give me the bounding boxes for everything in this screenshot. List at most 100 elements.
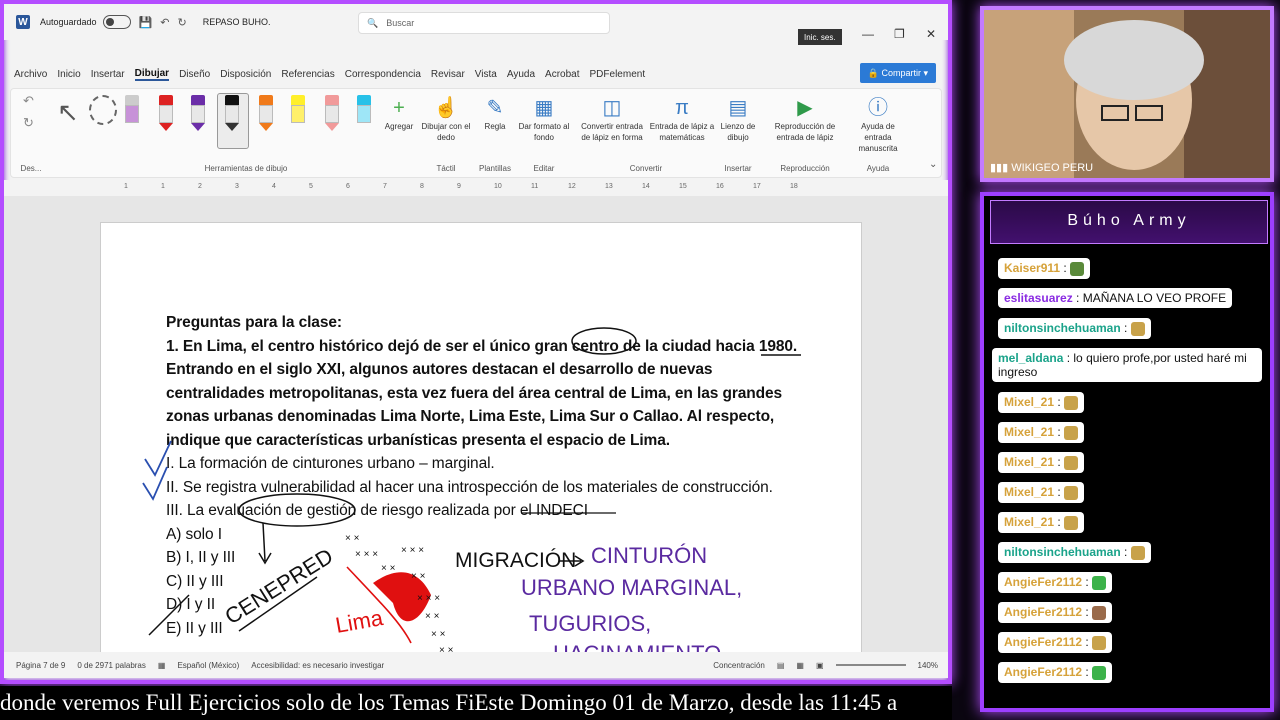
zoom-slider[interactable] xyxy=(835,664,906,666)
ribbon-tab-10[interactable]: Ayuda xyxy=(507,69,535,80)
chat-username[interactable]: AngieFer2112 xyxy=(1004,605,1082,619)
chat-username[interactable]: Kaiser911 xyxy=(1004,261,1060,275)
chat-username[interactable]: niltonsinchehuaman xyxy=(1004,545,1121,559)
group-label-edit: Editar xyxy=(533,164,555,173)
chat-username[interactable]: Mixel_21 xyxy=(1004,515,1054,529)
horizontal-ruler[interactable]: 1 1 2 3 4 5 6 7 8 9 10 11 12 13 14 15 16 17 18 xyxy=(4,180,948,196)
select-pointer-icon[interactable]: ↖ xyxy=(57,97,79,128)
touch-draw-label: Dibujar con el dedo xyxy=(421,122,471,142)
red-pen[interactable] xyxy=(159,95,173,131)
ribbon-tab-3[interactable]: Dibujar xyxy=(134,68,170,81)
ribbon-tab-11[interactable]: Acrobat xyxy=(545,69,579,80)
draw-with-touch-button[interactable]: ☝ Dibujar con el dedo xyxy=(421,95,471,143)
chat-username[interactable]: Mixel_21 xyxy=(1004,425,1054,439)
ruler-icon: ✎ xyxy=(486,97,504,119)
focus-mode-button[interactable]: Concentración xyxy=(713,661,765,670)
close-icon[interactable]: ✕ xyxy=(926,27,936,41)
chat-message[interactable]: AngieFer2112 : xyxy=(998,602,1113,623)
ribbon-tab-12[interactable]: PDFelement xyxy=(590,69,646,80)
chat-message[interactable]: Mixel_21 : xyxy=(998,452,1085,473)
accessibility-status[interactable]: Accesibilidad: es necesario investigar xyxy=(251,661,384,670)
ribbon-tab-7[interactable]: Correspondencia xyxy=(345,69,421,80)
proofing-icon[interactable]: ▦ xyxy=(158,661,166,670)
group-label-templates: Plantillas xyxy=(478,164,511,173)
language-indicator[interactable]: Español (México) xyxy=(177,661,239,670)
chat-username[interactable]: mel_aldana xyxy=(998,351,1063,365)
read-mode-icon[interactable]: ▤ xyxy=(777,661,785,670)
redo-icon[interactable]: ↻ xyxy=(177,16,186,29)
format-background-button[interactable]: ▦ Dar formato al fondo xyxy=(517,95,571,143)
ribbon-tab-5[interactable]: Disposición xyxy=(220,69,271,80)
ink-to-math-button[interactable]: π Entrada de lápiz a matemáticas xyxy=(649,95,715,143)
chat-title: Búho Army xyxy=(990,200,1268,244)
group-label-touch: Táctil xyxy=(436,164,456,173)
ribbon-tab-8[interactable]: Revisar xyxy=(431,69,465,80)
chat-message[interactable]: niltonsinchehuaman : xyxy=(998,542,1151,563)
web-layout-icon[interactable]: ▣ xyxy=(816,661,824,670)
print-layout-icon[interactable]: ▦ xyxy=(796,661,804,670)
webcam-label: ▮▮▮ WIKIGEO PERU xyxy=(990,162,1094,174)
add-pen-button[interactable]: + Agregar xyxy=(381,95,417,132)
ruler-mark: 16 xyxy=(716,183,724,190)
cyan-highlighter[interactable] xyxy=(357,95,371,131)
autosave-toggle[interactable] xyxy=(102,15,131,29)
purple-pen[interactable] xyxy=(191,95,205,131)
ruler-button[interactable]: ✎ Regla xyxy=(477,95,513,132)
chat-message[interactable]: Mixel_21 : xyxy=(998,512,1085,533)
ink-replay-button[interactable]: ▶ Reproducción de entrada de lápiz xyxy=(765,95,845,143)
chat-message[interactable]: AngieFer2112 : xyxy=(998,572,1113,593)
undo-icon[interactable]: ↶ xyxy=(160,16,169,29)
pink-pen[interactable] xyxy=(325,95,339,131)
ribbon-tab-2[interactable]: Insertar xyxy=(91,69,125,80)
document-title[interactable]: REPASO BUHO. xyxy=(203,17,271,27)
restore-icon[interactable]: ❐ xyxy=(894,27,905,41)
chat-username[interactable]: AngieFer2112 xyxy=(1004,575,1082,589)
emote-icon xyxy=(1092,605,1107,620)
orange-pen[interactable] xyxy=(259,95,273,131)
ribbon-tab-9[interactable]: Vista xyxy=(475,69,497,80)
chat-message[interactable]: mel_aldana : lo quiero profe,por usted h… xyxy=(992,348,1262,382)
chat-message[interactable]: eslitasuarez : MAÑANA LO VEO PROFE xyxy=(998,288,1233,308)
ink-to-shape-button[interactable]: ◫ Convertir entrada de lápiz en forma xyxy=(577,95,647,143)
chat-message[interactable]: AngieFer2112 : xyxy=(998,662,1113,683)
pi-icon: π xyxy=(675,97,689,119)
minimize-icon[interactable]: — xyxy=(862,27,874,41)
ribbon-tab-0[interactable]: Archivo xyxy=(14,69,47,80)
share-button[interactable]: 🔒 Compartir ▾ xyxy=(859,63,936,83)
eraser-pen[interactable] xyxy=(125,95,139,131)
ribbon-tab-6[interactable]: Referencias xyxy=(281,69,334,80)
svg-text:× × ×: × × × xyxy=(401,545,424,556)
ink-help-button[interactable]: ⓘ Ayuda de entrada manuscrita xyxy=(847,95,909,154)
chat-username[interactable]: Mixel_21 xyxy=(1004,485,1054,499)
chat-username[interactable]: eslitasuarez xyxy=(1004,291,1073,305)
ink-migracion: MIGRACIÓN xyxy=(455,549,576,572)
page-indicator[interactable]: Página 7 de 9 xyxy=(16,661,65,670)
chat-message[interactable]: AngieFer2112 : xyxy=(998,632,1113,653)
chat-username[interactable]: Mixel_21 xyxy=(1004,455,1054,469)
chat-username[interactable]: niltonsinchehuaman xyxy=(1004,321,1121,335)
sign-in-button[interactable]: Inic. ses. xyxy=(798,29,842,45)
yellow-highlighter[interactable] xyxy=(291,95,305,131)
ribbon-tab-1[interactable]: Inicio xyxy=(57,69,80,80)
zoom-level[interactable]: 140% xyxy=(918,661,938,670)
chat-username[interactable]: AngieFer2112 xyxy=(1004,665,1082,679)
chat-message[interactable]: Kaiser911 : xyxy=(998,258,1091,279)
chat-username[interactable]: Mixel_21 xyxy=(1004,395,1054,409)
chat-message[interactable]: Mixel_21 : xyxy=(998,392,1085,413)
drawing-canvas-button[interactable]: ▤ Lienzo de dibujo xyxy=(717,95,759,143)
document-page[interactable]: Preguntas para la clase: 1. En Lima, el … xyxy=(100,222,862,663)
ribbon-collapse-icon[interactable]: ⌄ xyxy=(929,159,937,170)
ribbon-tab-4[interactable]: Diseño xyxy=(179,69,210,80)
chat-username[interactable]: AngieFer2112 xyxy=(1004,635,1082,649)
word-count[interactable]: 0 de 2971 palabras xyxy=(77,661,146,670)
undo-ink-icon[interactable]: ↶ xyxy=(23,93,34,109)
redo-ink-icon[interactable]: ↻ xyxy=(23,115,34,131)
ruler-mark: 1 xyxy=(161,183,165,190)
black-pen[interactable] xyxy=(225,95,239,131)
lasso-icon[interactable] xyxy=(89,95,117,125)
chat-message[interactable]: Mixel_21 : xyxy=(998,422,1085,443)
chat-message[interactable]: niltonsinchehuaman : xyxy=(998,318,1151,339)
chat-message[interactable]: Mixel_21 : xyxy=(998,482,1085,503)
search-box[interactable]: 🔍 Buscar xyxy=(358,12,610,34)
save-icon[interactable]: 💾 xyxy=(139,16,153,29)
